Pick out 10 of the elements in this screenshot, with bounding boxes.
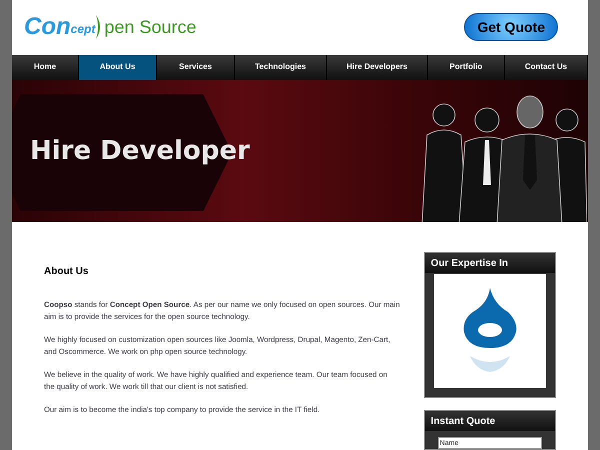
panel-title: Our Expertise In <box>424 253 555 273</box>
logo-text: pen Source <box>104 18 196 36</box>
logo-text: cept <box>70 23 96 36</box>
panel-title: Instant Quote <box>424 411 555 431</box>
nav-tab[interactable]: About Us <box>79 54 157 80</box>
logo-text: Con <box>24 15 71 40</box>
logo[interactable]: Concept pen Source <box>24 14 196 40</box>
get-quote-button[interactable]: Get Quote <box>464 13 558 42</box>
banner-title: Hire Developer <box>30 134 250 168</box>
section-heading: About Us <box>44 265 90 279</box>
